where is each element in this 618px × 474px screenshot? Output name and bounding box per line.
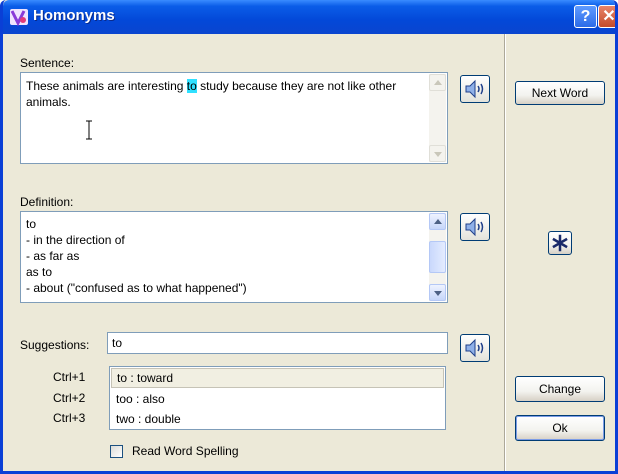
help-button[interactable]: ?	[574, 5, 597, 28]
suggestions-input[interactable]	[107, 332, 448, 354]
speak-definition-button[interactable]	[460, 213, 490, 241]
speaker-icon	[465, 338, 484, 358]
close-icon: ✕	[602, 8, 616, 25]
app-icon	[10, 9, 28, 27]
sentence-label: Sentence:	[20, 56, 75, 70]
homonyms-dialog: Homonyms ? ✕ Sentence: These animals are…	[0, 0, 618, 474]
speaker-icon	[465, 79, 484, 99]
definition-textbox[interactable]: to - in the direction of - as far as as …	[20, 211, 448, 303]
asterisk-button[interactable]	[548, 231, 572, 255]
sentence-text: These animals are interesting to study b…	[26, 78, 425, 110]
scroll-thumb[interactable]	[429, 241, 446, 273]
suggestions-list[interactable]: to : toward too : also two : double	[109, 366, 446, 430]
definition-label: Definition:	[20, 195, 74, 209]
list-item[interactable]: to : toward	[111, 368, 444, 388]
highlighted-word: to	[186, 79, 197, 93]
suggestions-label: Suggestions:	[20, 338, 90, 352]
close-button[interactable]: ✕	[598, 5, 616, 28]
scroll-up-button[interactable]	[429, 213, 446, 230]
sentence-text-before: These animals are interesting	[26, 79, 187, 93]
text-cursor-icon	[86, 120, 92, 140]
change-button[interactable]: Change	[515, 376, 605, 402]
speak-suggestion-button[interactable]	[460, 334, 490, 362]
next-word-button[interactable]: Next Word	[515, 81, 605, 105]
divider	[504, 34, 506, 471]
list-item[interactable]: two : double	[111, 409, 444, 429]
ok-button[interactable]: Ok	[515, 415, 605, 441]
sentence-textbox[interactable]: These animals are interesting to study b…	[20, 72, 448, 164]
help-icon: ?	[580, 8, 591, 25]
scroll-down-button[interactable]	[429, 145, 446, 162]
title-bar[interactable]: Homonyms ? ✕	[3, 0, 616, 34]
list-item[interactable]: too : also	[111, 389, 444, 409]
scroll-up-button[interactable]	[429, 74, 446, 91]
definition-text: to - in the direction of - as far as as …	[26, 217, 247, 295]
read-word-spelling-label: Read Word Spelling	[132, 444, 239, 458]
definition-scrollbar[interactable]	[429, 213, 446, 301]
speak-sentence-button[interactable]	[460, 75, 490, 103]
read-word-spelling-checkbox[interactable]	[110, 445, 123, 458]
scroll-down-button[interactable]	[429, 284, 446, 301]
asterisk-icon	[552, 234, 568, 252]
window-title: Homonyms	[33, 7, 115, 24]
speaker-icon	[465, 217, 484, 237]
shortcut-label: Ctrl+2	[53, 391, 86, 405]
shortcut-label: Ctrl+3	[53, 411, 86, 425]
shortcut-label: Ctrl+1	[53, 370, 86, 384]
sentence-scrollbar[interactable]	[429, 74, 446, 162]
